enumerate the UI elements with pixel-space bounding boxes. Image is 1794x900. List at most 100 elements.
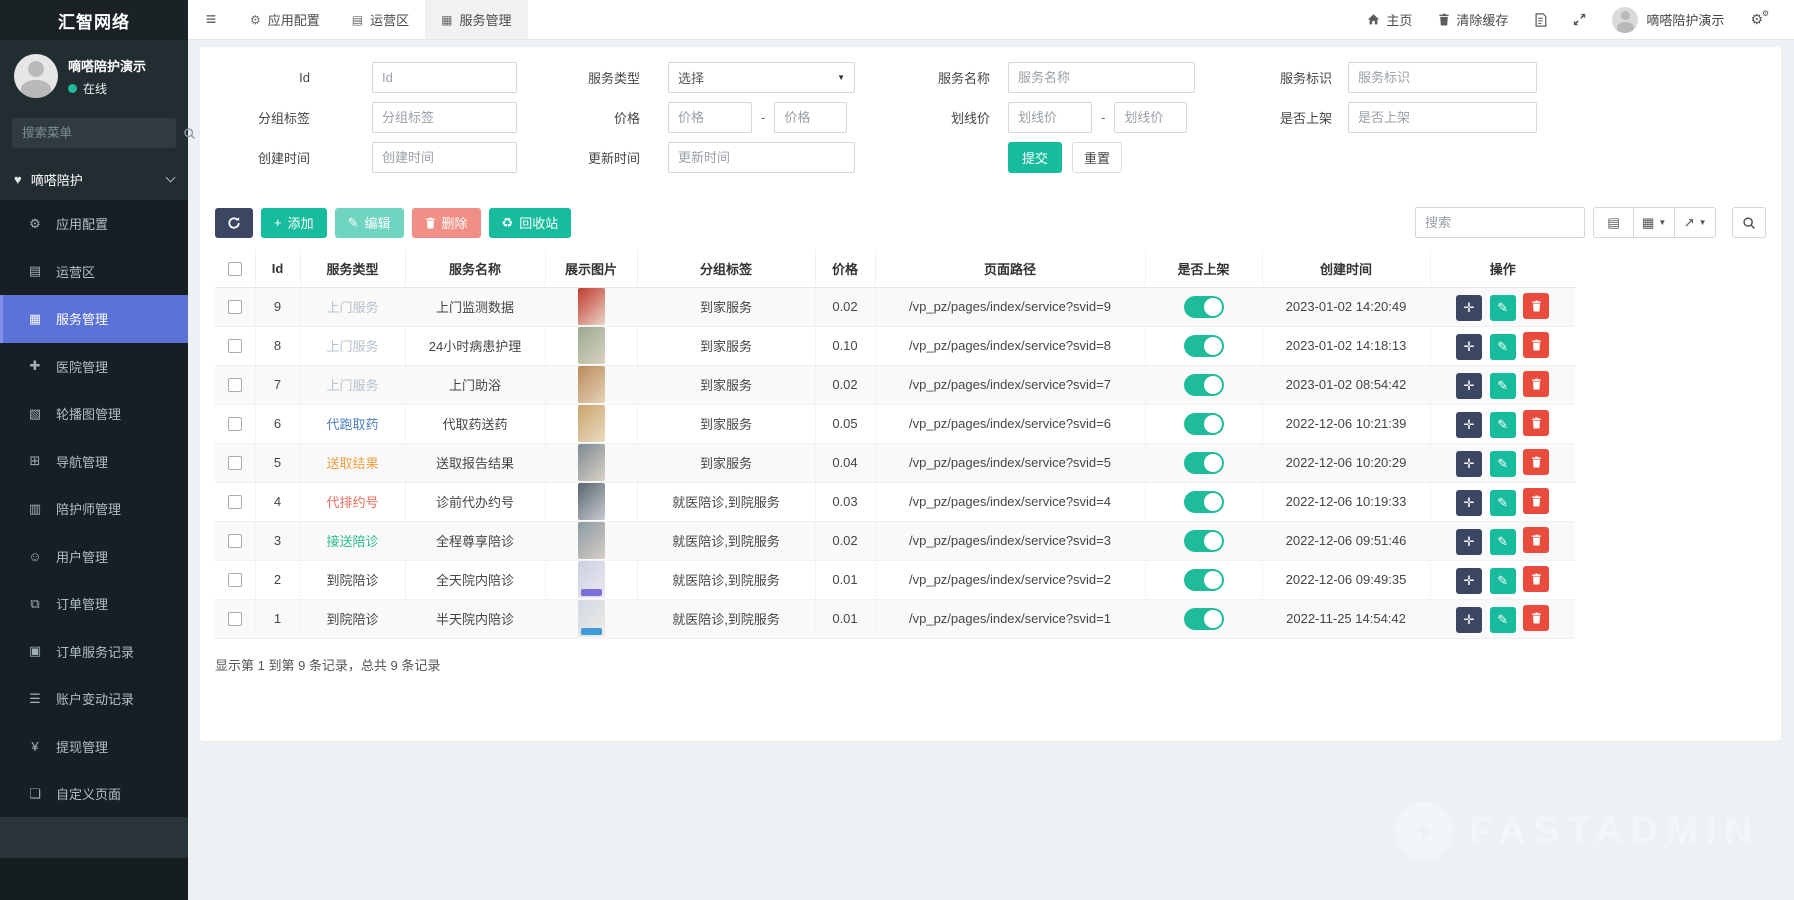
filter-price-min-input[interactable] — [668, 102, 752, 133]
service-thumbnail[interactable] — [578, 483, 605, 520]
drag-sort-button[interactable]: ✛ — [1456, 373, 1482, 399]
col-page-path[interactable]: 页面路径 — [875, 250, 1145, 287]
export-button[interactable]: ↗▼ — [1675, 207, 1716, 238]
filter-servicecode-input[interactable] — [1348, 62, 1537, 93]
row-delete-button[interactable] — [1523, 527, 1549, 553]
table-search-input[interactable] — [1415, 207, 1585, 238]
row-edit-button[interactable]: ✎ — [1490, 412, 1516, 438]
row-checkbox[interactable] — [228, 417, 242, 431]
row-checkbox[interactable] — [228, 573, 242, 587]
service-thumbnail[interactable] — [578, 366, 605, 403]
row-checkbox[interactable] — [228, 612, 242, 626]
row-edit-button[interactable]: ✎ — [1490, 490, 1516, 516]
col-id[interactable]: Id — [255, 250, 300, 287]
sidebar-menu-item[interactable]: ▣ 订单服务记录 — [0, 628, 188, 676]
service-type-link[interactable]: 上门服务 — [326, 339, 378, 354]
service-thumbnail[interactable] — [578, 444, 605, 481]
row-checkbox[interactable] — [228, 378, 242, 392]
sidebar-menu-item[interactable]: ▥ 陪护师管理 — [0, 485, 188, 533]
filter-id-input[interactable] — [372, 62, 517, 93]
row-delete-button[interactable] — [1523, 566, 1549, 592]
tab-service-management[interactable]: ▦ 服务管理 — [425, 0, 527, 39]
service-thumbnail[interactable] — [578, 327, 605, 364]
row-checkbox[interactable] — [228, 534, 242, 548]
row-edit-button[interactable]: ✎ — [1490, 295, 1516, 321]
sidebar-menu-item[interactable]: ▦ 服务管理 — [0, 295, 188, 343]
onsale-toggle[interactable] — [1184, 335, 1224, 357]
select-all-checkbox[interactable] — [228, 262, 242, 276]
sidebar-menu-item[interactable]: ▤ 运营区 — [0, 248, 188, 296]
drag-sort-button[interactable]: ✛ — [1456, 529, 1482, 555]
col-image[interactable]: 展示图片 — [545, 250, 637, 287]
service-thumbnail[interactable] — [578, 561, 605, 598]
drag-sort-button[interactable]: ✛ — [1456, 412, 1482, 438]
sidebar-toggle-icon[interactable]: ≡ — [188, 0, 234, 39]
service-type-link[interactable]: 送取结果 — [326, 456, 378, 471]
filter-onsale-input[interactable] — [1348, 102, 1537, 133]
home-button[interactable]: 主页 — [1354, 0, 1425, 40]
language-button[interactable] — [1521, 0, 1560, 40]
sidebar-menu-item[interactable]: ⧉ 订单管理 — [0, 580, 188, 628]
service-type-link[interactable]: 代跑取药 — [326, 417, 378, 432]
navbar-user-menu[interactable]: 嘀嗒陪护演示 — [1599, 7, 1737, 33]
col-on-sale[interactable]: 是否上架 — [1145, 250, 1262, 287]
row-delete-button[interactable] — [1523, 605, 1549, 631]
filter-createtime-input[interactable] — [372, 142, 517, 173]
row-checkbox[interactable] — [228, 495, 242, 509]
filter-price-max-input[interactable] — [774, 102, 847, 133]
sidebar-menu-item[interactable]: ✚ 医院管理 — [0, 343, 188, 391]
row-edit-button[interactable]: ✎ — [1490, 373, 1516, 399]
select-all-header[interactable] — [215, 250, 255, 287]
sidebar-menu-item[interactable]: ▧ 轮播图管理 — [0, 390, 188, 438]
row-delete-button[interactable] — [1523, 488, 1549, 514]
service-type-link[interactable]: 接送陪诊 — [326, 534, 378, 549]
add-button[interactable]: + 添加 — [261, 208, 327, 238]
filter-lineprice-min-input[interactable] — [1008, 102, 1092, 133]
row-delete-button[interactable] — [1523, 410, 1549, 436]
onsale-toggle[interactable] — [1184, 413, 1224, 435]
onsale-toggle[interactable] — [1184, 608, 1224, 630]
sidebar-menu-item[interactable]: ⊞ 导航管理 — [0, 438, 188, 486]
edit-button[interactable]: ✎ 编辑 — [335, 208, 404, 238]
col-group-tag[interactable]: 分组标签 — [637, 250, 815, 287]
refresh-button[interactable] — [215, 208, 253, 238]
service-type-link[interactable]: 到院陪诊 — [326, 573, 378, 588]
onsale-toggle[interactable] — [1184, 296, 1224, 318]
sidebar-menu-item[interactable]: ¥ 提现管理 — [0, 723, 188, 771]
service-type-link[interactable]: 上门服务 — [326, 300, 378, 315]
onsale-toggle[interactable] — [1184, 530, 1224, 552]
col-create-time[interactable]: 创建时间 — [1262, 250, 1430, 287]
filter-servicetype-select[interactable]: 选择 ▼ — [668, 62, 855, 93]
service-type-link[interactable]: 代排约号 — [326, 495, 378, 510]
clear-cache-button[interactable]: 清除缓存 — [1425, 0, 1521, 40]
col-actions[interactable]: 操作 — [1430, 250, 1575, 287]
app-logo[interactable]: 汇智网络 — [0, 0, 188, 40]
sidebar-menu-item[interactable]: ❏ 自定义页面 — [0, 770, 188, 818]
row-checkbox[interactable] — [228, 339, 242, 353]
row-edit-button[interactable]: ✎ — [1490, 568, 1516, 594]
service-type-link[interactable]: 到院陪诊 — [326, 612, 378, 627]
onsale-toggle[interactable] — [1184, 452, 1224, 474]
menu-search-input[interactable] — [22, 126, 183, 140]
filter-grouptag-input[interactable] — [372, 102, 517, 133]
service-thumbnail[interactable] — [578, 288, 605, 325]
tab-app-config[interactable]: ⚙ 应用配置 — [234, 0, 336, 39]
row-edit-button[interactable]: ✎ — [1490, 334, 1516, 360]
delete-button[interactable]: 删除 — [412, 208, 481, 238]
onsale-toggle[interactable] — [1184, 374, 1224, 396]
tab-operation-area[interactable]: ▤ 运营区 — [336, 0, 425, 39]
row-edit-button[interactable]: ✎ — [1490, 529, 1516, 555]
sidebar-group-dida[interactable]: ♥ 嘀嗒陪护 — [0, 158, 188, 200]
drag-sort-button[interactable]: ✛ — [1456, 334, 1482, 360]
service-type-link[interactable]: 上门服务 — [326, 378, 378, 393]
recycle-bin-button[interactable]: ♻ 回收站 — [489, 208, 572, 238]
col-service-name[interactable]: 服务名称 — [405, 250, 545, 287]
service-thumbnail[interactable] — [578, 522, 605, 559]
row-checkbox[interactable] — [228, 456, 242, 470]
onsale-toggle[interactable] — [1184, 491, 1224, 513]
drag-sort-button[interactable]: ✛ — [1456, 451, 1482, 477]
drag-sort-button[interactable]: ✛ — [1456, 568, 1482, 594]
filter-lineprice-max-input[interactable] — [1114, 102, 1187, 133]
row-delete-button[interactable] — [1523, 449, 1549, 475]
col-service-type[interactable]: 服务类型 — [300, 250, 405, 287]
